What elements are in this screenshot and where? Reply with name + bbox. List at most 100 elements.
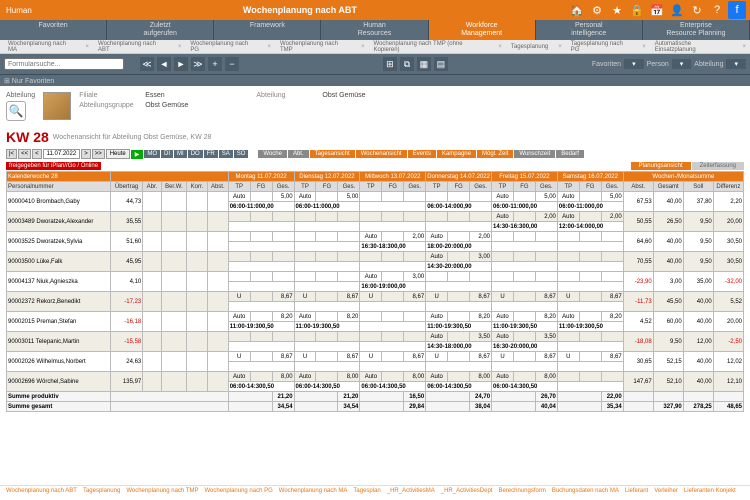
sub-tab[interactable]: Wochenplanung nach TMP (ohne Kopieren) xyxy=(370,40,493,54)
cell-fg[interactable] xyxy=(448,252,470,262)
sub-tab[interactable]: Wochenplanung nach MA xyxy=(4,40,80,54)
cell-fg[interactable] xyxy=(250,272,272,282)
cell-time[interactable] xyxy=(294,302,360,312)
view-button[interactable]: Woche xyxy=(258,150,287,158)
menu-item[interactable]: Favoriten xyxy=(0,20,107,40)
home-icon[interactable]: 🏠 xyxy=(568,1,586,19)
cell-fg[interactable] xyxy=(513,232,535,242)
menu-item[interactable]: Personalintelligence xyxy=(536,20,643,40)
cell-tp[interactable] xyxy=(557,372,579,382)
footer-link[interactable]: Verleiher xyxy=(654,488,678,494)
cell-time[interactable] xyxy=(492,262,558,272)
cell-time[interactable]: 14:30-16:300,00 xyxy=(492,222,558,232)
cell-fg[interactable] xyxy=(382,192,404,202)
cell-fg[interactable] xyxy=(382,332,404,342)
cell-fg[interactable] xyxy=(579,352,601,362)
cell-fg[interactable] xyxy=(448,192,470,202)
cell-fg[interactable] xyxy=(316,232,338,242)
cell-fg[interactable] xyxy=(250,312,272,322)
cell-tp[interactable] xyxy=(557,252,579,262)
cell-fg[interactable] xyxy=(250,212,272,222)
cell-tp[interactable]: Auto xyxy=(360,232,382,242)
cell-tp[interactable]: Auto xyxy=(492,192,514,202)
cell-fg[interactable] xyxy=(316,312,338,322)
cell-tp[interactable]: U xyxy=(426,352,448,362)
date-nav[interactable]: > xyxy=(81,149,91,159)
cell-time[interactable] xyxy=(492,302,558,312)
day-toggle[interactable]: FR xyxy=(204,150,218,158)
day-toggle[interactable]: SO xyxy=(234,150,249,158)
close-tab-icon[interactable]: × xyxy=(82,43,94,51)
cell-time[interactable] xyxy=(228,342,294,352)
cell-tp[interactable] xyxy=(557,272,579,282)
cell-fg[interactable] xyxy=(250,292,272,302)
cell-time[interactable] xyxy=(294,262,360,272)
cell-time[interactable] xyxy=(426,302,492,312)
cell-tp[interactable] xyxy=(557,332,579,342)
cell-tp[interactable]: U xyxy=(557,292,579,302)
cell-time[interactable] xyxy=(294,362,360,372)
cell-time[interactable] xyxy=(228,282,294,292)
sub-tab[interactable]: Tagesplanung xyxy=(507,43,552,51)
view-button[interactable]: Bedarf xyxy=(556,150,584,158)
remove-icon[interactable]: − xyxy=(225,57,239,71)
go-button[interactable]: ▶ xyxy=(131,150,144,159)
cell-fg[interactable] xyxy=(316,372,338,382)
cell-tp[interactable] xyxy=(360,192,382,202)
table-row[interactable]: 90004137 Niuk,Agnieszka4,10Auto3,00-23,9… xyxy=(7,272,744,282)
cell-fg[interactable] xyxy=(579,332,601,342)
cell-time[interactable] xyxy=(360,322,426,332)
cell-time[interactable] xyxy=(294,242,360,252)
cell-time[interactable] xyxy=(360,202,426,212)
date-nav[interactable]: >> xyxy=(92,149,105,159)
cell-fg[interactable] xyxy=(250,192,272,202)
cell-fg[interactable] xyxy=(382,252,404,262)
sub-tab[interactable]: Wochenplanung nach ABT xyxy=(94,40,172,54)
cell-time[interactable]: 12:00-14:000,00 xyxy=(557,222,623,232)
cell-fg[interactable] xyxy=(382,312,404,322)
footer-link[interactable]: Tagesplanung xyxy=(83,488,120,494)
footer-link[interactable]: Wochenplanung nach TMP xyxy=(126,488,198,494)
cell-time[interactable]: 06:00-11:000,00 xyxy=(557,202,623,212)
close-tab-icon[interactable]: × xyxy=(738,43,750,51)
cell-time[interactable] xyxy=(426,282,492,292)
view-button[interactable]: Abt. xyxy=(288,150,309,158)
cell-fg[interactable] xyxy=(579,232,601,242)
cell-time[interactable] xyxy=(492,242,558,252)
footer-link[interactable]: Berechnungsform xyxy=(498,488,545,494)
cell-tp[interactable] xyxy=(294,212,316,222)
cell-time[interactable]: 06:00-14:300,50 xyxy=(294,382,360,392)
star-icon[interactable]: ★ xyxy=(608,1,626,19)
grid4-icon[interactable]: ▤ xyxy=(434,57,448,71)
view-button[interactable]: Wunschzeit xyxy=(514,150,555,158)
day-toggle[interactable]: MI xyxy=(174,150,187,158)
cell-time[interactable] xyxy=(360,362,426,372)
menu-item[interactable]: WorkforceManagement xyxy=(429,20,536,40)
cell-tp[interactable]: Auto xyxy=(426,372,448,382)
cell-fg[interactable] xyxy=(250,232,272,242)
table-row[interactable]: 90003500 Lüke,Falk45,95Auto3,0070,5540,0… xyxy=(7,252,744,262)
fav-bar[interactable]: ⊞ Nur Favoriten xyxy=(0,74,750,86)
cell-time[interactable] xyxy=(360,262,426,272)
person-icon[interactable]: 👤 xyxy=(668,1,686,19)
cell-tp[interactable]: Auto xyxy=(492,372,514,382)
cell-fg[interactable] xyxy=(448,372,470,382)
view-button[interactable]: Mögl. Zeit xyxy=(477,150,513,158)
cell-tp[interactable] xyxy=(360,312,382,322)
footer-link[interactable]: _HR_ActivitiesDept xyxy=(441,488,493,494)
cell-time[interactable] xyxy=(426,222,492,232)
cell-fg[interactable] xyxy=(448,272,470,282)
cell-time[interactable] xyxy=(492,362,558,372)
cell-fg[interactable] xyxy=(316,252,338,262)
cell-fg[interactable] xyxy=(316,192,338,202)
grid2-icon[interactable]: ⧉ xyxy=(400,57,414,71)
cell-tp[interactable] xyxy=(228,212,250,222)
cell-tp[interactable]: Auto xyxy=(228,192,250,202)
cell-time[interactable]: 06:00-11:000,00 xyxy=(492,202,558,212)
cell-tp[interactable] xyxy=(294,232,316,242)
cell-tp[interactable]: Auto xyxy=(557,212,579,222)
nav-next-icon[interactable]: ► xyxy=(174,57,188,71)
cell-fg[interactable] xyxy=(579,312,601,322)
cell-tp[interactable]: Auto xyxy=(294,312,316,322)
grid3-icon[interactable]: ▦ xyxy=(417,57,431,71)
